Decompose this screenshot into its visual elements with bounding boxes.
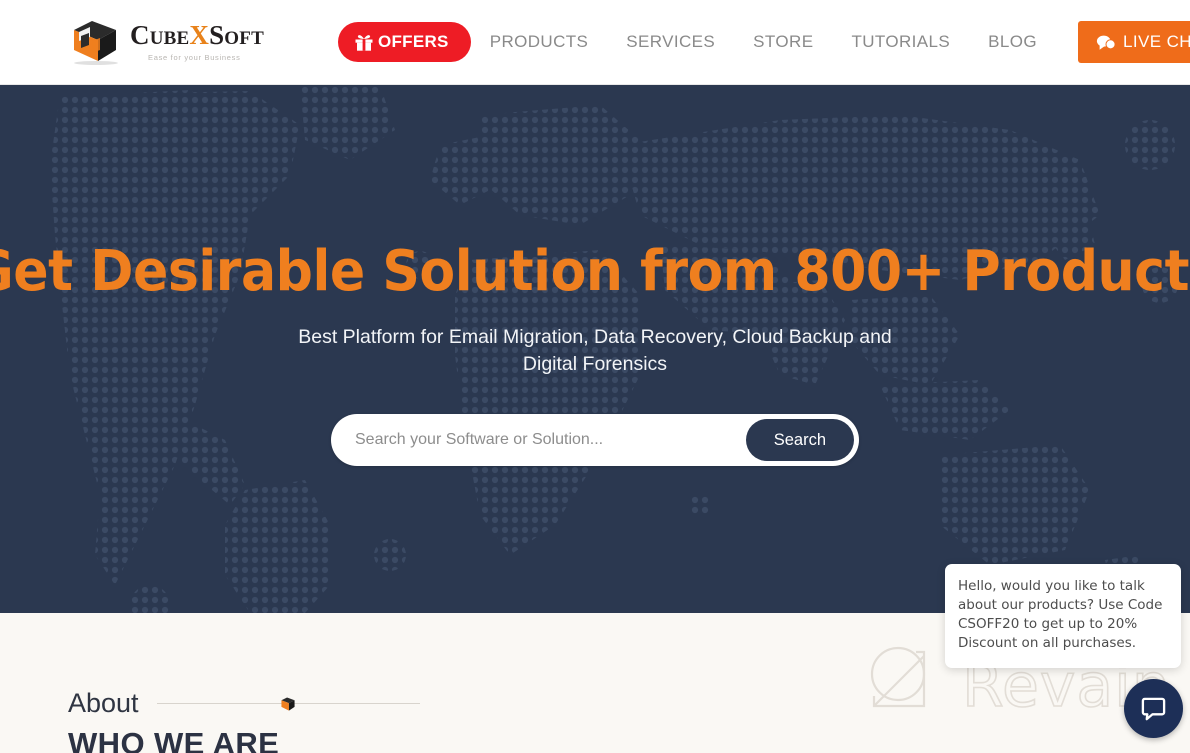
chat-launcher-button[interactable] (1124, 679, 1183, 738)
hero-subtitle: Best Platform for Email Migration, Data … (298, 325, 892, 376)
chat-bubble-icon (1141, 697, 1166, 721)
nav-item-services[interactable]: SERVICES (607, 32, 734, 52)
gift-icon (355, 35, 373, 51)
hero-headline: Get Desirable Solution from 800+ Product… (0, 239, 1190, 304)
hero-content: Get Desirable Solution from 800+ Product… (0, 85, 1190, 613)
chat-bubble-icon (1096, 35, 1116, 50)
live-chat-label: LIVE CHAT (1122, 32, 1190, 51)
about-divider (156, 696, 420, 711)
about-section-header: About (68, 688, 420, 719)
nav-item-store[interactable]: STORE (734, 32, 832, 52)
logo-word-soft: Soft (209, 20, 264, 50)
nav-item-tutorials[interactable]: TUTORIALS (832, 32, 969, 52)
offers-button[interactable]: OFFERS (337, 22, 471, 62)
hero-search-bar: Search (331, 414, 859, 467)
logo-word-cube: Cube (130, 20, 190, 50)
chat-greeting-popup[interactable]: Hello, would you like to talk about our … (945, 564, 1181, 668)
logo-word-x: X (189, 20, 210, 50)
search-button[interactable]: Search (745, 419, 854, 462)
cube-logo-icon (74, 21, 118, 65)
about-label: About (68, 688, 139, 718)
main-navigation: OFFERS PRODUCTS SERVICES STORE TUTORIALS… (337, 21, 1190, 63)
page-root: CubeXSoft Ease for your Business OFFERS … (0, 0, 1190, 753)
logo-tagline: Ease for your Business (148, 53, 241, 62)
search-input[interactable] (331, 417, 746, 464)
who-we-are-heading: WHO WE ARE (68, 726, 280, 753)
live-chat-button[interactable]: LIVE CHAT (1077, 21, 1190, 63)
nav-item-products[interactable]: PRODUCTS (471, 32, 608, 52)
hero-section: Get Desirable Solution from 800+ Product… (0, 85, 1190, 613)
cube-divider-icon (281, 696, 295, 711)
offers-button-label: OFFERS (377, 32, 449, 51)
site-header: CubeXSoft Ease for your Business OFFERS … (0, 0, 1190, 85)
nav-item-blog[interactable]: BLOG (969, 32, 1056, 52)
logo-text: CubeXSoft Ease for your Business (130, 22, 264, 63)
site-logo[interactable]: CubeXSoft Ease for your Business (68, 19, 264, 65)
logo-wordmark: CubeXSoft (130, 22, 264, 49)
